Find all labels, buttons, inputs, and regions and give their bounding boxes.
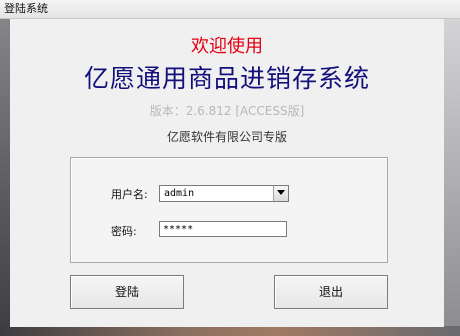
background-right [444,0,460,336]
title-bar[interactable]: 登陆系统 [0,0,460,19]
background-left [0,0,10,336]
username-label: 用户名: [111,188,148,201]
exit-button[interactable]: 退出 [274,275,388,309]
app-title: 亿愿通用商品进销存系统 [83,64,370,93]
background-bottom [0,326,460,336]
login-form-panel: 用户名: admin 密码: [70,157,388,263]
company-text: 亿愿软件有限公司专版 [166,130,287,144]
username-value: admin [164,188,195,199]
window-title: 登陆系统 [4,2,48,15]
password-label: 密码: [111,225,137,238]
welcome-text: 欢迎使用 [191,36,263,57]
dropdown-button[interactable] [273,186,288,201]
username-select[interactable]: admin [159,185,289,202]
password-field[interactable] [159,221,287,237]
chevron-down-icon [277,190,285,195]
login-window: 欢迎使用 亿愿通用商品进销存系统 版本：2.6.812 [ACCESS版] 亿愿… [10,19,444,327]
version-text: 版本：2.6.812 [ACCESS版] [149,104,305,118]
login-button[interactable]: 登陆 [70,275,184,309]
